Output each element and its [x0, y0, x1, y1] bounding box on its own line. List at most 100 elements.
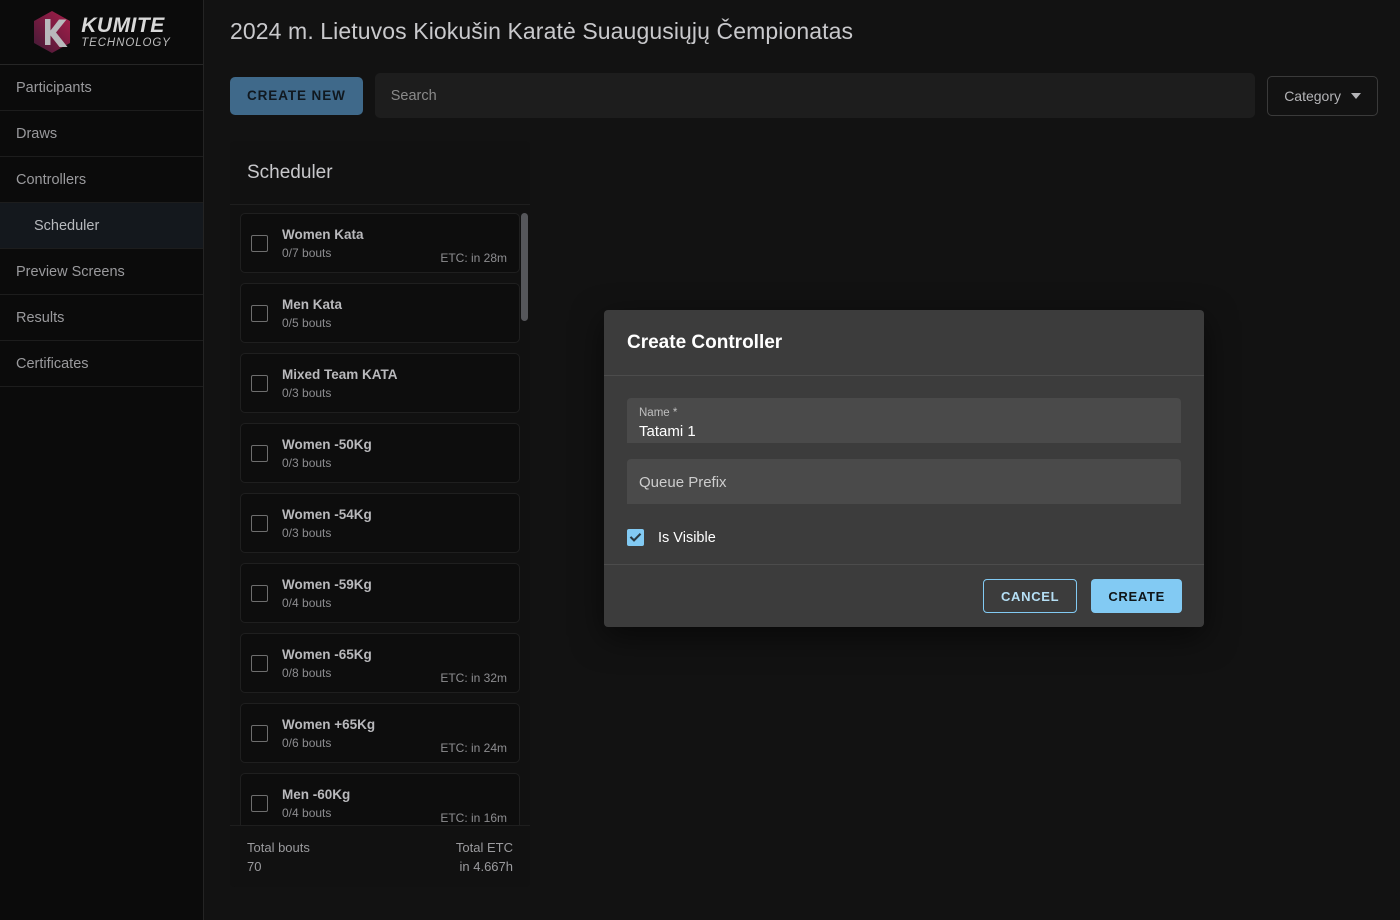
sidebar-item-participants[interactable]: Participants [0, 65, 203, 111]
row-texts: Women +65Kg 0/6 bouts [282, 717, 440, 750]
queue-prefix-input[interactable] [639, 472, 1169, 491]
total-bouts-group: Total bouts 70 [247, 840, 310, 874]
list-item[interactable]: Women Kata 0/7 bouts ETC: in 28m [240, 213, 520, 273]
row-texts: Women -59Kg 0/4 bouts [282, 577, 507, 610]
sidebar-item-label: Results [16, 310, 64, 326]
category-name: Women -65Kg [282, 647, 440, 662]
row-checkbox[interactable] [251, 445, 268, 462]
total-bouts-value: 70 [247, 859, 310, 874]
category-name: Women +65Kg [282, 717, 440, 732]
dialog-title: Create Controller [604, 310, 1204, 376]
total-bouts-label: Total bouts [247, 840, 310, 855]
row-checkbox[interactable] [251, 515, 268, 532]
sidebar-item-label: Scheduler [34, 218, 99, 234]
sidebar: KUMITE TECHNOLOGY Participants Draws Con… [0, 0, 204, 920]
category-bouts: 0/4 bouts [282, 806, 440, 820]
category-etc: ETC: in 24m [440, 741, 507, 755]
list-item[interactable]: Women -59Kg 0/4 bouts [240, 563, 520, 623]
category-name: Men Kata [282, 297, 507, 312]
category-bouts: 0/3 bouts [282, 526, 507, 540]
category-filter-button[interactable]: Category [1267, 76, 1378, 116]
row-texts: Men Kata 0/5 bouts [282, 297, 507, 330]
toolbar: CREATE NEW Category [230, 73, 1378, 118]
scheduler-category-list: Women Kata 0/7 bouts ETC: in 28m Men Kat… [230, 205, 530, 825]
kumite-hexagon-logo-icon [32, 10, 72, 54]
sidebar-item-preview-screens[interactable]: Preview Screens [0, 249, 203, 295]
category-etc: ETC: in 16m [440, 811, 507, 825]
category-name: Women Kata [282, 227, 440, 242]
sidebar-item-scheduler[interactable]: Scheduler [0, 203, 203, 249]
sidebar-item-label: Controllers [16, 172, 86, 188]
dialog-body: Name * Is Visible [604, 376, 1204, 564]
chevron-down-icon [1351, 93, 1361, 99]
sidebar-item-label: Draws [16, 126, 57, 142]
row-checkbox[interactable] [251, 375, 268, 392]
create-button[interactable]: CREATE [1091, 579, 1182, 613]
is-visible-label: Is Visible [658, 530, 716, 546]
is-visible-checkbox[interactable] [627, 529, 644, 546]
name-field-label: Name * [639, 407, 1169, 421]
row-checkbox[interactable] [251, 795, 268, 812]
sidebar-item-results[interactable]: Results [0, 295, 203, 341]
sidebar-item-label: Preview Screens [16, 264, 125, 280]
total-etc-label: Total ETC [456, 840, 513, 855]
category-filter-label: Category [1284, 88, 1341, 104]
category-bouts: 0/8 bouts [282, 666, 440, 680]
list-item[interactable]: Men -60Kg 0/4 bouts ETC: in 16m [240, 773, 520, 825]
total-etc-value: in 4.667h [460, 859, 514, 874]
sidebar-item-label: Participants [16, 80, 92, 96]
row-checkbox[interactable] [251, 585, 268, 602]
scheduler-title: Scheduler [230, 141, 530, 205]
app-root: KUMITE TECHNOLOGY Participants Draws Con… [0, 0, 1400, 920]
scheduler-card: Scheduler Women Kata 0/7 bouts ETC: in 2… [230, 141, 530, 887]
category-name: Mixed Team KATA [282, 367, 507, 382]
cancel-button[interactable]: CANCEL [983, 579, 1077, 613]
list-item[interactable]: Women -50Kg 0/3 bouts [240, 423, 520, 483]
scheduler-totals: Total bouts 70 Total ETC in 4.667h [230, 825, 530, 887]
row-texts: Women -50Kg 0/3 bouts [282, 437, 507, 470]
is-visible-row[interactable]: Is Visible [627, 529, 1181, 546]
page-title: 2024 m. Lietuvos Kiokušin Karatė Suaugus… [204, 0, 1400, 45]
brand-logo[interactable]: KUMITE TECHNOLOGY [0, 0, 203, 65]
sidebar-item-controllers[interactable]: Controllers [0, 157, 203, 203]
sidebar-item-label: Certificates [16, 356, 89, 372]
brand-subtitle: TECHNOLOGY [81, 38, 171, 50]
category-bouts: 0/3 bouts [282, 386, 507, 400]
sidebar-nav: Participants Draws Controllers Scheduler… [0, 65, 203, 387]
row-checkbox[interactable] [251, 305, 268, 322]
row-texts: Women -65Kg 0/8 bouts [282, 647, 440, 680]
category-etc: ETC: in 28m [440, 251, 507, 265]
category-bouts: 0/5 bouts [282, 316, 507, 330]
category-name: Women -54Kg [282, 507, 507, 522]
search-input[interactable] [375, 73, 1255, 118]
row-checkbox[interactable] [251, 725, 268, 742]
category-name: Women -59Kg [282, 577, 507, 592]
category-bouts: 0/7 bouts [282, 246, 440, 260]
dialog-actions: CANCEL CREATE [604, 564, 1204, 627]
row-texts: Women Kata 0/7 bouts [282, 227, 440, 260]
list-item[interactable]: Women -54Kg 0/3 bouts [240, 493, 520, 553]
list-item[interactable]: Women +65Kg 0/6 bouts ETC: in 24m [240, 703, 520, 763]
category-bouts: 0/6 bouts [282, 736, 440, 750]
scheduler-scrollbar-thumb[interactable] [521, 213, 528, 321]
create-controller-dialog: Create Controller Name * Is Visible [604, 310, 1204, 627]
row-checkbox[interactable] [251, 655, 268, 672]
row-texts: Women -54Kg 0/3 bouts [282, 507, 507, 540]
category-bouts: 0/3 bouts [282, 456, 507, 470]
list-item[interactable]: Mixed Team KATA 0/3 bouts [240, 353, 520, 413]
category-etc: ETC: in 32m [440, 671, 507, 685]
brand-wordmark: KUMITE TECHNOLOGY [81, 15, 171, 50]
name-input[interactable] [639, 421, 1169, 440]
name-field[interactable]: Name * [627, 398, 1181, 443]
sidebar-item-certificates[interactable]: Certificates [0, 341, 203, 387]
list-item[interactable]: Women -65Kg 0/8 bouts ETC: in 32m [240, 633, 520, 693]
sidebar-item-draws[interactable]: Draws [0, 111, 203, 157]
row-checkbox[interactable] [251, 235, 268, 252]
row-texts: Mixed Team KATA 0/3 bouts [282, 367, 507, 400]
brand-title: KUMITE [81, 15, 171, 36]
create-new-button[interactable]: CREATE NEW [230, 77, 363, 115]
total-etc-group: Total ETC in 4.667h [456, 840, 513, 874]
queue-prefix-field[interactable] [627, 459, 1181, 504]
category-name: Men -60Kg [282, 787, 440, 802]
list-item[interactable]: Men Kata 0/5 bouts [240, 283, 520, 343]
